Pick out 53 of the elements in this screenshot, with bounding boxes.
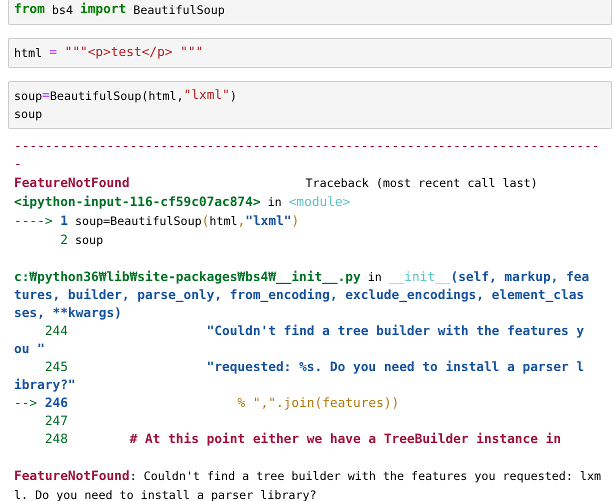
code-cell[interactable]: soup=BeautifulSoup(html,"lxml") soup xyxy=(8,81,612,129)
code-keyword: import xyxy=(80,1,126,19)
code-comment: # At this point either we have a TreeBuilder instance in xyxy=(128,431,562,449)
code-text: ) xyxy=(230,88,237,105)
code-text: html xyxy=(14,45,44,62)
code-source: (self, markup, fea xyxy=(450,269,590,287)
code-module: __init__ xyxy=(388,269,450,287)
code-lineno: 245 xyxy=(44,359,68,377)
code-paren: ( xyxy=(202,213,210,231)
code-cell[interactable]: from bs4 import BeautifulSoup xyxy=(8,0,612,25)
code-text: in xyxy=(266,194,283,211)
code-operator: = xyxy=(42,87,50,105)
code-source: ou " xyxy=(14,341,45,359)
code-arrow: ----> xyxy=(14,213,53,231)
code-current: 246 xyxy=(44,395,68,413)
code-text: soup xyxy=(14,88,42,105)
code-location: <ipython-input-116-cf59c07ac874> xyxy=(14,194,261,212)
code-error: FeatureNotFound xyxy=(14,175,130,193)
code-error: FeatureNotFound xyxy=(14,468,130,486)
code-source: ibrary?" xyxy=(14,377,76,395)
code-source: ses, **kwargs) xyxy=(14,305,122,323)
code-lineno: 244 xyxy=(44,323,68,341)
code-source: tures, builder, parse_only, from_encoding, exclude_encodings, element_clas xyxy=(14,287,584,305)
code-lineno: 247 xyxy=(44,413,68,431)
code-call: % ",".join(features)) xyxy=(236,395,400,413)
code-module: <module> xyxy=(288,194,350,212)
code-rule: ---------------------------------------------------------------------------- xyxy=(14,138,600,156)
code-paren: , xyxy=(238,213,246,231)
code-cell[interactable]: html = """<p>test</p> """ xyxy=(8,38,612,68)
code-string: "lxml" xyxy=(184,87,230,105)
code-rule: - xyxy=(14,156,22,174)
code-location: c:₩python36₩lib₩site-packages₩bs4₩__init__.py xyxy=(14,269,361,287)
code-current: 1 xyxy=(59,213,68,231)
code-lineno: 2 xyxy=(59,232,68,250)
code-text: : Couldn't find a tree builder with the features you requested: lxm xyxy=(130,468,602,485)
code-text: html xyxy=(209,213,238,230)
code-text: BeautifulSoup xyxy=(132,2,225,19)
code-arrow: --> xyxy=(14,395,38,413)
code-text: soup xyxy=(74,232,104,249)
code-keyword: from xyxy=(14,1,45,19)
code-lineno: 248 xyxy=(44,431,68,449)
code-paren: ) xyxy=(291,213,300,231)
code-source: "lxml" xyxy=(245,213,292,231)
code-text: Traceback (most recent call last) xyxy=(304,175,538,192)
code-text: in xyxy=(366,269,383,286)
code-string: """<p>test</p> """ xyxy=(64,44,204,62)
code-source: "requested: %s. Do you need to install a parser l xyxy=(206,359,584,377)
code-text: soup xyxy=(14,106,42,123)
code-text: soup=BeautifulSoup xyxy=(74,213,202,230)
code-text: bs4 xyxy=(50,2,74,19)
code-source: "Couldn't find a tree builder with the features y xyxy=(206,323,584,341)
code-text: BeautifulSoup(html, xyxy=(50,88,184,105)
code-operator: = xyxy=(49,44,57,62)
